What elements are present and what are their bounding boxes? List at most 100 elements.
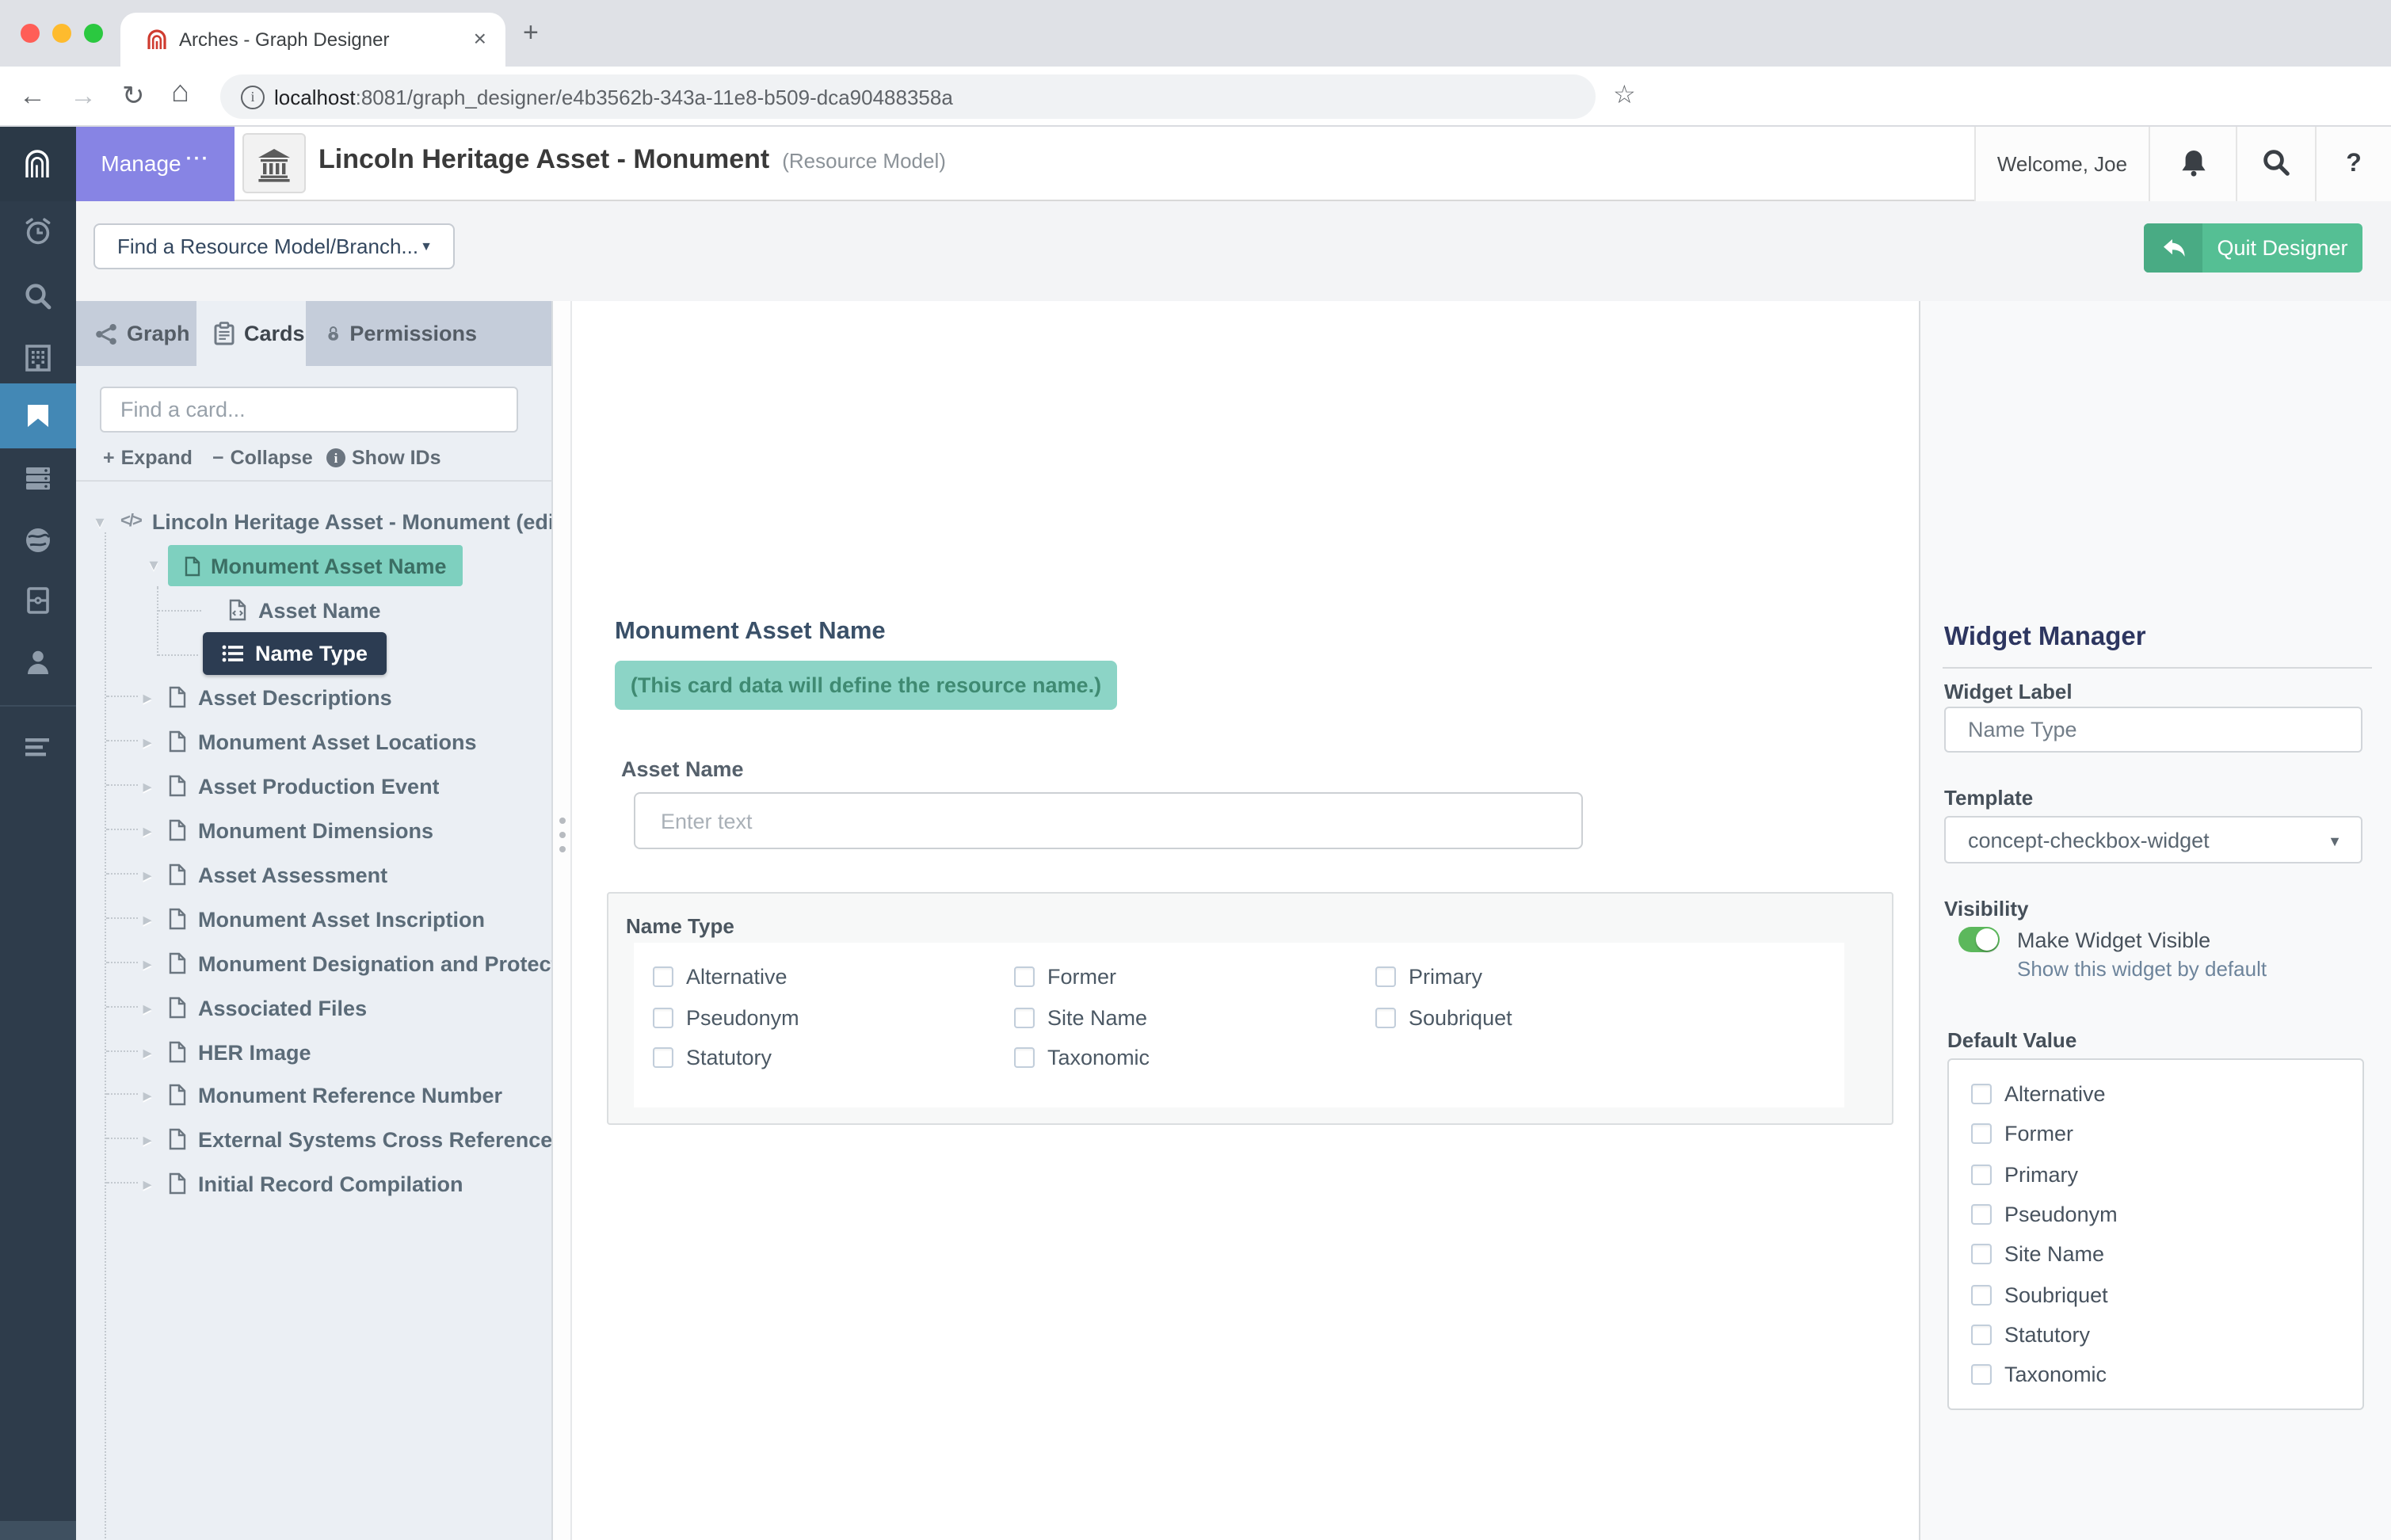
default-option[interactable]: Taxonomic (1971, 1355, 2118, 1395)
tree-collapsed-arrow-icon[interactable]: ▸ (136, 909, 158, 929)
checkbox-option[interactable]: Site Name (1014, 997, 1375, 1038)
tree-open-arrow-icon[interactable]: ▾ (143, 555, 165, 575)
checkbox[interactable] (1014, 966, 1035, 988)
tab-cards[interactable]: Cards (196, 301, 306, 366)
checkbox-option[interactable]: Alternative (653, 957, 1014, 997)
checkbox[interactable] (1971, 1204, 1992, 1226)
default-option[interactable]: Former (1971, 1115, 2118, 1155)
default-option[interactable]: Statutory (1971, 1315, 2118, 1355)
tree-root-node[interactable]: ▾ </> Lincoln Heritage Asset - Monument … (76, 499, 551, 543)
checkbox[interactable] (1971, 1324, 1992, 1345)
panel-resize-handle[interactable] (551, 301, 572, 1540)
sidebar-item-resources[interactable] (0, 463, 76, 494)
sidebar-item-graph-designer[interactable] (0, 383, 76, 448)
checkbox[interactable] (1971, 1084, 1992, 1105)
tree-selected-node[interactable]: Name Type (203, 632, 387, 675)
address-bar[interactable]: i localhost:8081/graph_designer/e4b3562b… (220, 74, 1596, 119)
sidebar-item-map-layers[interactable] (0, 524, 76, 556)
tree-collapsed-arrow-icon[interactable]: ▸ (136, 1084, 158, 1105)
tree-card-row[interactable]: ▸ Monument Asset Locations (76, 719, 551, 764)
tree-card-row[interactable]: ▸ Associated Files (76, 985, 551, 1030)
home-icon[interactable]: ⌂ (171, 76, 189, 109)
tab-close-icon[interactable]: × (474, 25, 486, 51)
sidebar-item-menu[interactable] (0, 735, 76, 760)
user-menu[interactable]: Welcome, Joe (1974, 127, 2149, 201)
tree-card-row[interactable]: ▸ Initial Record Compilation (76, 1161, 551, 1206)
tab-graph[interactable]: Graph (76, 301, 196, 366)
checkbox-option[interactable]: Statutory (653, 1038, 1014, 1078)
tree-collapsed-arrow-icon[interactable]: ▸ (136, 776, 158, 796)
sidebar-item-provisional[interactable] (0, 342, 76, 374)
sidebar-item-profile[interactable] (0, 646, 76, 678)
checkbox-option[interactable]: Taxonomic (1014, 1038, 1375, 1078)
visibility-hint[interactable]: Show this widget by default (2017, 957, 2267, 981)
tree-collapsed-arrow-icon[interactable]: ▸ (136, 953, 158, 974)
tree-card-row[interactable]: ▸ Monument Dimensions (76, 808, 551, 852)
tree-card-row[interactable]: ▸ External Systems Cross Reference (76, 1117, 551, 1161)
checkbox[interactable] (1375, 966, 1396, 988)
search-button[interactable] (2236, 127, 2315, 201)
new-tab-button[interactable]: + (523, 17, 539, 49)
checkbox[interactable] (1971, 1364, 1992, 1386)
bookmark-star-icon[interactable]: ☆ (1613, 79, 1636, 112)
tree-open-arrow-icon[interactable]: ▾ (89, 511, 111, 532)
checkbox[interactable] (1014, 1047, 1035, 1069)
sidebar-item-search[interactable] (0, 280, 76, 312)
tree-card-row[interactable]: ▸ HER Image (76, 1030, 551, 1074)
asset-name-input[interactable] (634, 792, 1583, 849)
default-option[interactable]: Primary (1971, 1154, 2118, 1195)
visibility-toggle[interactable] (1958, 927, 2000, 952)
checkbox[interactable] (1375, 1007, 1396, 1028)
checkbox-option[interactable]: Primary (1375, 957, 1737, 997)
sidebar-item-cards[interactable] (0, 585, 76, 616)
checkbox[interactable] (1971, 1244, 1992, 1265)
checkbox[interactable] (1971, 1164, 1992, 1185)
checkbox[interactable] (1971, 1284, 1992, 1306)
browser-tab[interactable]: Arches - Graph Designer × (120, 13, 505, 67)
widget-label-input[interactable] (1944, 707, 2362, 753)
tree-card-row[interactable]: ▸ Monument Reference Number (76, 1073, 551, 1117)
expand-all-button[interactable]: + Expand (103, 447, 193, 469)
checkbox-option[interactable]: Former (1014, 957, 1375, 997)
checkbox[interactable] (653, 1047, 673, 1069)
find-model-dropdown[interactable]: Find a Resource Model/Branch... ▼ (93, 223, 455, 269)
arches-logo[interactable] (0, 127, 76, 201)
checkbox[interactable] (1971, 1123, 1992, 1145)
sidebar-item-recent[interactable] (0, 215, 76, 247)
tree-node-asset-name[interactable]: Asset Name (76, 588, 551, 632)
tree-collapsed-arrow-icon[interactable]: ▸ (136, 1042, 158, 1062)
collapse-all-button[interactable]: − Collapse (212, 447, 313, 469)
checkbox-option[interactable]: Soubriquet (1375, 997, 1737, 1038)
default-option[interactable]: Soubriquet (1971, 1275, 2118, 1315)
template-select[interactable]: concept-checkbox-widget ▼ (1944, 816, 2362, 863)
default-option[interactable]: Alternative (1971, 1074, 2118, 1115)
quit-designer-button[interactable]: Quit Designer (2144, 223, 2362, 273)
window-close-button[interactable] (21, 24, 40, 43)
site-info-icon[interactable]: i (241, 86, 265, 109)
tree-card-row[interactable]: ▸ Asset Assessment (76, 852, 551, 897)
back-icon[interactable]: ← (19, 79, 46, 112)
manage-button[interactable]: Manage ··· (76, 127, 235, 201)
tree-collapsed-arrow-icon[interactable]: ▸ (136, 731, 158, 752)
window-zoom-button[interactable] (84, 24, 103, 43)
default-option[interactable]: Site Name (1971, 1234, 2118, 1275)
tree-collapsed-arrow-icon[interactable]: ▸ (136, 1173, 158, 1194)
checkbox[interactable] (1014, 1007, 1035, 1028)
window-minimize-button[interactable] (52, 24, 71, 43)
tree-card-row[interactable]: ▸ Monument Asset Inscription (76, 897, 551, 941)
checkbox[interactable] (653, 1007, 673, 1028)
tab-permissions[interactable]: Permissions (306, 301, 477, 366)
notifications-button[interactable] (2149, 127, 2236, 201)
tree-collapsed-arrow-icon[interactable]: ▸ (136, 997, 158, 1018)
tree-collapsed-arrow-icon[interactable]: ▸ (136, 820, 158, 841)
checkbox-option[interactable]: Pseudonym (653, 997, 1014, 1038)
show-ids-button[interactable]: i Show IDs (326, 447, 441, 469)
tree-collapsed-arrow-icon[interactable]: ▸ (136, 864, 158, 885)
tree-card-row[interactable]: ▸ Asset Descriptions (76, 675, 551, 719)
help-button[interactable]: ? (2315, 127, 2391, 201)
tree-collapsed-arrow-icon[interactable]: ▸ (136, 687, 158, 707)
tree-selected-card[interactable]: Monument Asset Name (168, 545, 463, 586)
checkbox[interactable] (653, 966, 673, 988)
tree-card-row[interactable]: ▸ Asset Production Event (76, 764, 551, 808)
reload-icon[interactable]: ↻ (122, 79, 145, 112)
